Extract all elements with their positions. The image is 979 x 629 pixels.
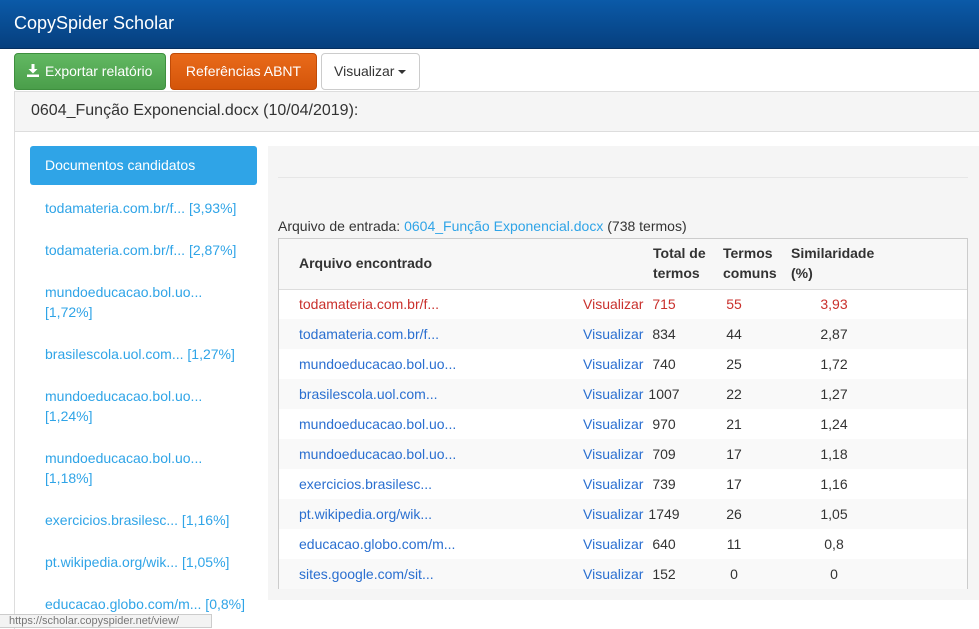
view-link[interactable]: Visualizar (583, 325, 643, 343)
common-terms-cell: 11 (726, 536, 742, 552)
table-row: mundoeducacao.bol.uo... Visualizar 970 2… (279, 409, 967, 439)
common-terms-cell: 44 (726, 326, 742, 342)
found-file-link[interactable]: mundoeducacao.bol.uo... (299, 415, 456, 433)
similarity-cell: 0,8 (824, 536, 844, 552)
table-header: Arquivo encontrado Total de termos Termo… (279, 239, 967, 290)
table-row: pt.wikipedia.org/wik... Visualizar 1749 … (279, 499, 967, 529)
found-file-link[interactable]: mundoeducacao.bol.uo... (299, 445, 456, 463)
table-row: todamateria.com.br/f... Visualizar 715 5… (279, 289, 967, 319)
export-report-button[interactable]: Exportar relatório (14, 53, 166, 90)
table-row: brasilescola.uol.com... Visualizar 1007 … (279, 379, 967, 409)
view-link[interactable]: Visualizar (583, 415, 643, 433)
found-file-link[interactable]: pt.wikipedia.org/wik... (299, 505, 432, 523)
abnt-references-label: Referências ABNT (185, 63, 302, 79)
table-row: mundoeducacao.bol.uo... Visualizar 709 1… (279, 439, 967, 469)
found-file-link[interactable]: mundoeducacao.bol.uo... (299, 355, 456, 373)
found-file-link[interactable]: todamateria.com.br/f... (299, 325, 439, 343)
sidebar-item-candidate[interactable]: pt.wikipedia.org/wik... [1,05%] (45, 552, 245, 572)
report-title: 0604_Função Exponencial.docx (10/04/2019… (31, 102, 359, 119)
view-link[interactable]: Visualizar (583, 505, 643, 523)
table-row: educacao.globo.com/m... Visualizar 640 1… (279, 529, 967, 559)
abnt-references-button[interactable]: Referências ABNT (170, 53, 317, 90)
found-file-link[interactable]: todamateria.com.br/f... (299, 295, 439, 313)
table-row: exercicios.brasilesc... Visualizar 739 1… (279, 469, 967, 499)
common-terms-cell: 22 (726, 386, 742, 402)
header-total-terms: Total de termos (653, 245, 706, 281)
common-terms-cell: 26 (726, 506, 742, 522)
similarity-cell: 2,87 (820, 326, 848, 342)
view-dropdown-label: Visualizar (334, 63, 395, 79)
total-terms-cell: 739 (652, 476, 676, 492)
sidebar-item-candidate[interactable]: brasilescola.uol.com... [1,27%] (45, 344, 245, 364)
total-terms-cell: 1749 (648, 506, 680, 522)
export-report-label: Exportar relatório (45, 63, 153, 79)
found-file-link[interactable]: exercicios.brasilesc... (299, 475, 432, 493)
similarity-cell: 3,93 (820, 296, 848, 312)
sidebar-item-candidate[interactable]: todamateria.com.br/f... [3,93%] (45, 198, 245, 218)
input-file-terms: (738 termos) (607, 218, 687, 234)
sidebar-item-candidate[interactable]: mundoeducacao.bol.uo... [1,24%] (45, 386, 245, 426)
similarity-cell: 1,05 (820, 506, 848, 522)
top-navbar: CopySpider Scholar (0, 0, 979, 49)
total-terms-cell: 834 (652, 326, 676, 342)
similarity-cell: 1,72 (820, 356, 848, 372)
sidebar-item-candidate[interactable]: mundoeducacao.bol.uo... [1,18%] (45, 448, 245, 488)
total-terms-cell: 970 (652, 416, 676, 432)
table-row: mundoeducacao.bol.uo... Visualizar 740 2… (279, 349, 967, 379)
table-row: todamateria.com.br/f... Visualizar 834 4… (279, 319, 967, 349)
sidebar-item-candidate[interactable]: educacao.globo.com/m... [0,8%] (45, 594, 245, 614)
table-row: sites.google.com/sit... Visualizar 152 0… (279, 559, 967, 589)
sidebar-item-candidate[interactable]: todamateria.com.br/f... [2,87%] (45, 240, 245, 260)
sidebar-item-candidate[interactable]: exercicios.brasilesc... [1,16%] (45, 510, 245, 530)
common-terms-cell: 21 (726, 416, 742, 432)
total-terms-cell: 709 (652, 446, 676, 462)
download-icon (27, 64, 39, 77)
header-similarity: Similaridade (%) (791, 245, 875, 281)
divider (278, 177, 968, 178)
similarity-cell: 1,24 (820, 416, 848, 432)
view-link[interactable]: Visualizar (583, 475, 643, 493)
common-terms-cell: 55 (726, 296, 742, 312)
total-terms-cell: 640 (652, 536, 676, 552)
input-file-line: Arquivo de entrada: 0604_Função Exponenc… (278, 218, 687, 234)
input-file-link[interactable]: 0604_Função Exponencial.docx (404, 218, 603, 234)
common-terms-cell: 17 (726, 476, 742, 492)
common-terms-cell: 25 (726, 356, 742, 372)
header-file: Arquivo encontrado (299, 255, 433, 271)
report-panel-heading: 0604_Função Exponencial.docx (10/04/2019… (15, 92, 979, 132)
found-file-link[interactable]: sites.google.com/sit... (299, 565, 434, 583)
found-file-link[interactable]: educacao.globo.com/m... (299, 535, 455, 553)
similarity-cell: 0 (830, 566, 838, 582)
found-file-link[interactable]: brasilescola.uol.com... (299, 385, 438, 403)
common-terms-cell: 17 (726, 446, 742, 462)
total-terms-cell: 1007 (648, 386, 680, 402)
app-title[interactable]: CopySpider Scholar (14, 13, 174, 34)
view-link[interactable]: Visualizar (583, 295, 643, 313)
sidebar-active-label: Documentos candidatos (45, 157, 196, 173)
sidebar-item-candidate-documents[interactable]: Documentos candidatos (30, 146, 257, 185)
similarity-cell: 1,18 (820, 446, 848, 462)
view-link[interactable]: Visualizar (583, 385, 643, 403)
view-link[interactable]: Visualizar (583, 535, 643, 553)
sidebar-item-candidate[interactable]: mundoeducacao.bol.uo... [1,72%] (45, 282, 245, 322)
results-table: Arquivo encontrado Total de termos Termo… (278, 238, 968, 589)
view-link[interactable]: Visualizar (583, 565, 643, 583)
total-terms-cell: 740 (652, 356, 676, 372)
view-dropdown-button[interactable]: Visualizar (321, 53, 420, 90)
caret-down-icon (398, 70, 407, 75)
similarity-cell: 1,16 (820, 476, 848, 492)
view-link[interactable]: Visualizar (583, 445, 643, 463)
similarity-cell: 1,27 (820, 386, 848, 402)
total-terms-cell: 152 (652, 566, 676, 582)
input-file-prefix: Arquivo de entrada: (278, 218, 401, 234)
common-terms-cell: 0 (730, 566, 738, 582)
browser-status-url: https://scholar.copyspider.net/view/ (0, 614, 212, 628)
header-common-terms: Termos comuns (723, 245, 777, 281)
total-terms-cell: 715 (652, 296, 676, 312)
view-link[interactable]: Visualizar (583, 355, 643, 373)
